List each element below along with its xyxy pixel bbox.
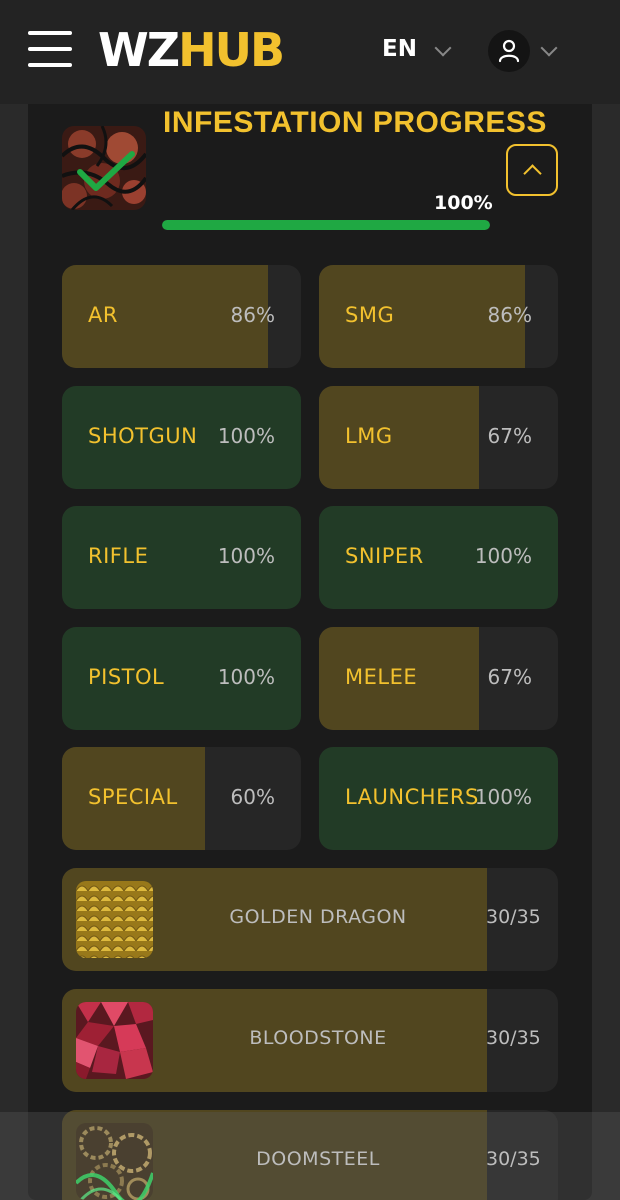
category-percent: 67% — [487, 424, 532, 448]
camo-name: BLOODSTONE — [249, 1027, 387, 1049]
camo-count: 30/35 — [486, 1148, 541, 1170]
logo-wz: WZ — [98, 23, 180, 77]
golden-dragon-swatch — [76, 881, 153, 958]
infestation-panel: INFESTATION PROGRESS 100% AR 86% SMG 86% SHO… — [28, 104, 592, 1200]
weapon-category-pistol[interactable]: PISTOL 100% — [62, 627, 301, 730]
language-selector[interactable]: EN — [382, 36, 417, 62]
category-percent: 67% — [487, 665, 532, 689]
weapon-category-smg[interactable]: SMG 86% — [319, 265, 558, 368]
chevron-down-icon[interactable] — [434, 39, 452, 57]
camo-count: 30/35 — [486, 1027, 541, 1049]
category-percent: 86% — [230, 303, 275, 327]
category-label: LMG — [345, 424, 393, 448]
user-menu-chevron-icon[interactable] — [540, 39, 558, 57]
overall-progress-bar — [162, 220, 490, 230]
category-percent: 100% — [474, 544, 532, 568]
user-icon[interactable] — [488, 30, 530, 72]
overall-progress-fill — [162, 220, 490, 230]
camo-count: 30/35 — [486, 906, 541, 928]
collapse-button[interactable] — [506, 144, 558, 196]
category-progress-fill — [319, 386, 480, 489]
category-label: LAUNCHERS — [345, 785, 479, 809]
category-label: AR — [88, 303, 118, 327]
weapon-category-rifle[interactable]: RIFLE 100% — [62, 506, 301, 609]
weapon-category-lmg[interactable]: LMG 67% — [319, 386, 558, 489]
weapon-category-shotgun[interactable]: SHOTGUN 100% — [62, 386, 301, 489]
category-label: PISTOL — [88, 665, 165, 689]
infestation-camo-thumbnail — [62, 126, 146, 210]
camo-name: GOLDEN DRAGON — [229, 906, 407, 928]
top-header: WZHUB EN — [0, 0, 620, 104]
category-percent: 100% — [474, 785, 532, 809]
weapon-category-special[interactable]: SPECIAL 60% — [62, 747, 301, 850]
category-percent: 86% — [487, 303, 532, 327]
category-label: SNIPER — [345, 544, 424, 568]
camo-row-golden-dragon[interactable]: GOLDEN DRAGON 30/35 — [62, 868, 558, 971]
weapon-category-launchers[interactable]: LAUNCHERS 100% — [319, 747, 558, 850]
category-label: SHOTGUN — [88, 424, 198, 448]
overall-progress-percent: 100% — [434, 192, 493, 214]
category-label: SMG — [345, 303, 395, 327]
category-label: MELEE — [345, 665, 418, 689]
camo-row-doomsteel[interactable]: DOOMSTEEL 30/35 — [62, 1110, 558, 1200]
category-percent: 100% — [217, 424, 275, 448]
camo-name: DOOMSTEEL — [256, 1148, 380, 1170]
category-label: SPECIAL — [88, 785, 178, 809]
page-title: INFESTATION PROGRESS — [163, 106, 547, 139]
weapon-category-sniper[interactable]: SNIPER 100% — [319, 506, 558, 609]
camo-row-bloodstone[interactable]: BLOODSTONE 30/35 — [62, 989, 558, 1092]
category-label: RIFLE — [88, 544, 149, 568]
weapon-category-melee[interactable]: MELEE 67% — [319, 627, 558, 730]
logo-hub: HUB — [178, 23, 285, 77]
category-percent: 60% — [230, 785, 275, 809]
chevron-up-icon — [523, 164, 542, 183]
weapon-category-ar[interactable]: AR 86% — [62, 265, 301, 368]
hamburger-menu-icon[interactable] — [28, 31, 72, 67]
site-logo[interactable]: WZHUB — [98, 22, 285, 78]
bloodstone-swatch — [76, 1002, 153, 1079]
doomsteel-swatch — [76, 1123, 153, 1200]
category-percent: 100% — [217, 665, 275, 689]
category-percent: 100% — [217, 544, 275, 568]
